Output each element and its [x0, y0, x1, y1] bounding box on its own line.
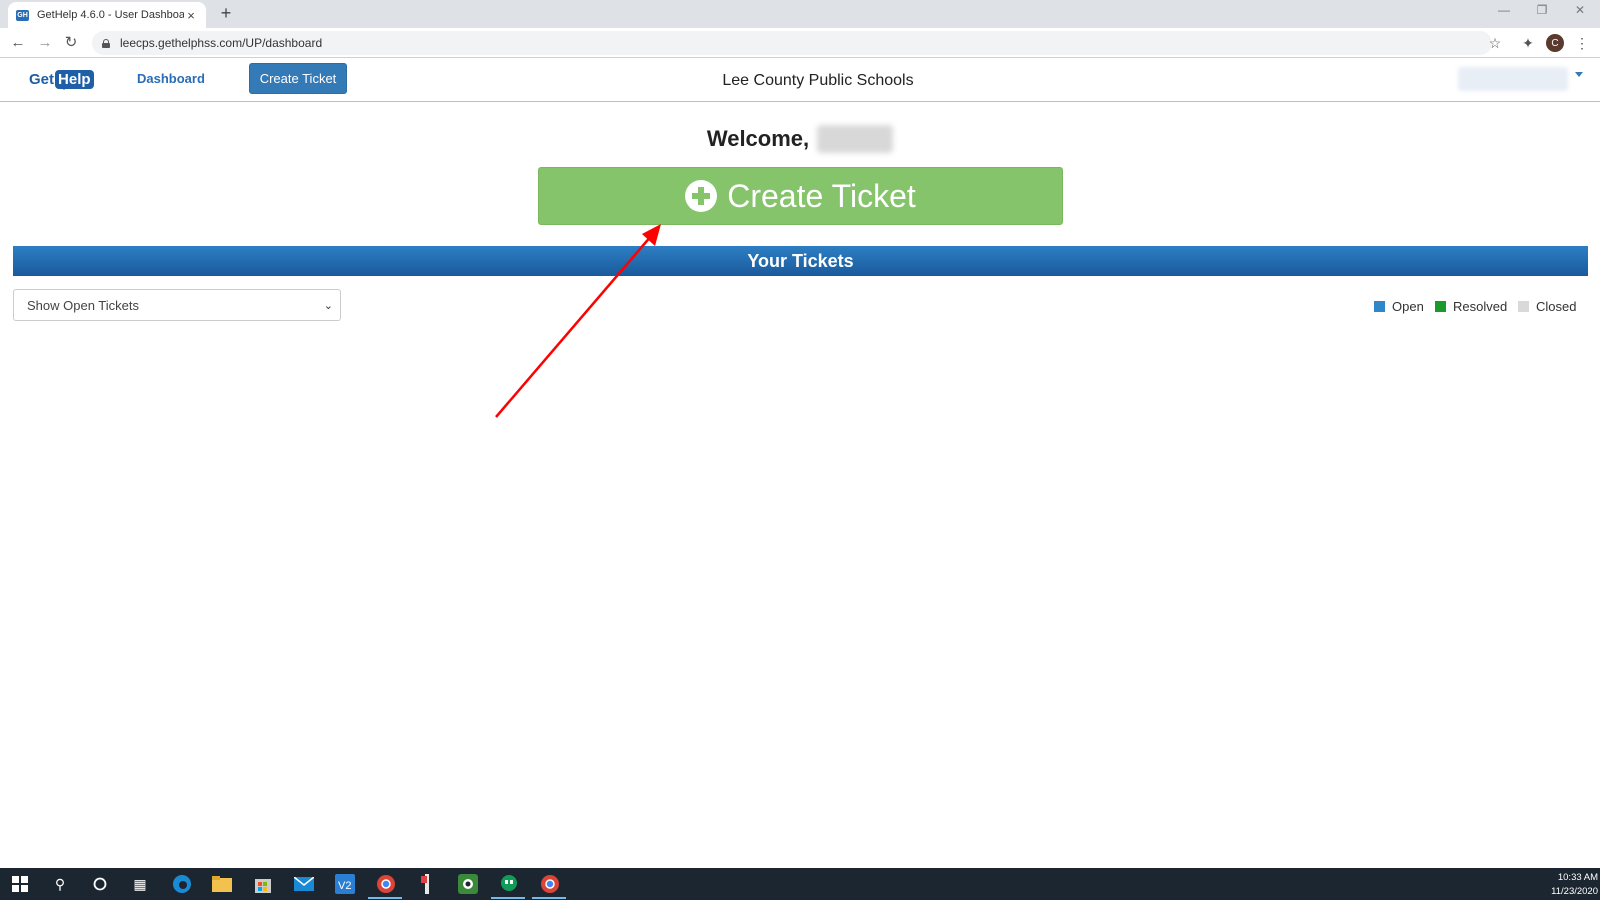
edge-browser-icon[interactable] [170, 873, 194, 895]
svg-text:V2: V2 [338, 880, 351, 892]
mail-icon[interactable] [292, 873, 316, 895]
hangouts-icon[interactable] [497, 873, 521, 895]
clock-time: 10:33 AM [1557, 872, 1598, 883]
file-explorer-icon[interactable] [210, 873, 234, 895]
chrome-icon[interactable] [374, 873, 398, 895]
app-tool-icon[interactable] [415, 873, 439, 895]
cortana-icon[interactable] [88, 873, 112, 895]
task-view-icon[interactable]: ▦ [128, 873, 152, 895]
windows-taskbar: ⚲ ▦ V2 10:33 AM 11/23/2020 [0, 868, 1600, 900]
chrome-profile-icon[interactable] [538, 873, 562, 895]
clock-date: 11/23/2020 [1551, 886, 1598, 897]
app-eye-icon[interactable] [456, 873, 480, 895]
vs-code-icon[interactable]: V2 [333, 873, 357, 895]
windows-start-icon[interactable] [8, 873, 32, 895]
annotation-arrow [495, 224, 661, 418]
search-icon[interactable]: ⚲ [48, 873, 72, 895]
system-clock[interactable]: 10:33 AM 11/23/2020 [1536, 871, 1598, 899]
arrow-line [495, 234, 653, 418]
running-app-indicator-2 [532, 897, 566, 899]
store-icon[interactable] [251, 873, 275, 895]
running-app-indicator [491, 897, 525, 899]
active-app-indicator [368, 897, 402, 899]
